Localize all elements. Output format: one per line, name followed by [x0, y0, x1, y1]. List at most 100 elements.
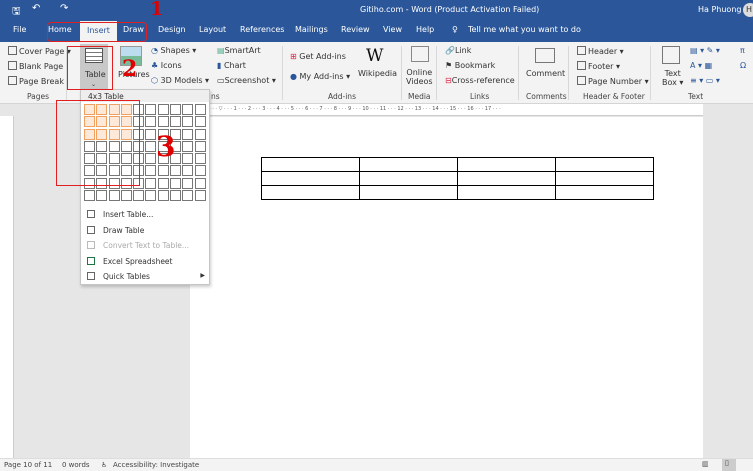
menu-insert-table[interactable]: Insert Table... [87, 210, 153, 219]
text-box-icon [662, 46, 680, 64]
grid-cell[interactable] [194, 153, 206, 165]
wikipedia-button[interactable]: Wikipedia [358, 69, 397, 78]
group-label-media: Media [408, 92, 431, 101]
tab-file[interactable]: File [13, 25, 26, 34]
undo-icon[interactable]: ↶ [32, 3, 40, 14]
grid-cell[interactable] [194, 165, 206, 177]
grid-cell[interactable] [194, 177, 206, 189]
annotation-number-1: 1 [150, 0, 164, 20]
grid-cell[interactable] [145, 190, 157, 202]
grid-cell[interactable] [157, 190, 169, 202]
grid-cell[interactable] [194, 140, 206, 152]
redo-icon[interactable]: ↷ [60, 3, 68, 14]
grid-cell[interactable] [170, 190, 182, 202]
grid-cell[interactable] [170, 116, 182, 128]
grid-cell[interactable] [194, 190, 206, 202]
tab-view[interactable]: View [383, 25, 402, 34]
page-break-button[interactable]: Page Break [8, 76, 64, 86]
grid-cell[interactable] [145, 177, 157, 189]
grid-cell[interactable] [182, 153, 194, 165]
grid-cell[interactable] [133, 190, 145, 202]
group-label-addins: Add-ins [328, 92, 356, 101]
accessibility-status[interactable]: Accessibility: Investigate [113, 461, 199, 469]
menu-quick-tables[interactable]: Quick Tables ▶ [87, 272, 205, 281]
menu-draw-table[interactable]: Draw Table [87, 226, 144, 235]
tell-me-search[interactable]: Tell me what you want to do [468, 25, 581, 34]
drop-cap-icon[interactable]: ≡ ▾ ▭ ▾ [690, 76, 720, 85]
grid-cell[interactable] [145, 153, 157, 165]
get-addins-button[interactable]: ⊞ Get Add-ins [290, 52, 346, 61]
read-mode-icon[interactable]: ▥ [702, 460, 709, 468]
wordart-icon[interactable]: A ▾ ▦ [690, 61, 712, 70]
grid-cell[interactable] [182, 116, 194, 128]
grid-cell[interactable] [157, 177, 169, 189]
avatar[interactable]: H [743, 3, 753, 17]
grid-cell[interactable] [96, 190, 108, 202]
user-name[interactable]: Ha Phuong [698, 5, 741, 14]
grid-cell[interactable] [182, 128, 194, 140]
tab-review[interactable]: Review [341, 25, 370, 34]
chart-button[interactable]: ▮ Chart [217, 61, 246, 70]
print-layout-icon[interactable]: ▯ [722, 459, 736, 471]
grid-cell[interactable] [145, 165, 157, 177]
tab-help[interactable]: Help [416, 25, 434, 34]
menu-excel-spreadsheet[interactable]: Excel Spreadsheet [87, 257, 173, 266]
grid-cell[interactable] [120, 190, 132, 202]
bookmark-button[interactable]: ⚑ Bookmark [445, 61, 495, 70]
grid-cell[interactable] [182, 190, 194, 202]
grid-cell[interactable] [145, 104, 157, 115]
3d-models-button[interactable]: ⬡ 3D Models ▾ [151, 76, 209, 85]
grid-cell[interactable] [182, 104, 194, 115]
equation-icon[interactable]: π [740, 46, 745, 55]
page-count[interactable]: Page 10 of 11 [4, 461, 52, 469]
cross-reference-button[interactable]: ⊟Cross-reference [445, 76, 515, 85]
grid-cell[interactable] [157, 116, 169, 128]
word-count[interactable]: 0 words [62, 461, 90, 469]
smartart-icon: ▤ [217, 46, 225, 55]
grid-cell[interactable] [182, 165, 194, 177]
symbol-icon[interactable]: Ω [740, 61, 746, 70]
grid-cell[interactable] [194, 128, 206, 140]
grid-cell[interactable] [170, 177, 182, 189]
page-number-button[interactable]: Page Number ▾ [577, 76, 649, 86]
tab-layout[interactable]: Layout [199, 25, 226, 34]
save-icon[interactable]: 🖫 [12, 4, 21, 21]
text-box-button[interactable]: Text Box ▾ [662, 69, 683, 87]
grid-cell[interactable] [145, 140, 157, 152]
header-button[interactable]: Header ▾ [577, 46, 624, 56]
tab-design[interactable]: Design [158, 25, 186, 34]
icons-button[interactable]: ♣ Icons [151, 61, 182, 70]
divider [568, 46, 569, 100]
document-table[interactable] [261, 157, 654, 200]
grid-cell[interactable] [108, 190, 120, 202]
grid-cell[interactable] [157, 104, 169, 115]
quick-parts-icon[interactable]: ▤ ▾ ✎ ▾ [690, 46, 720, 55]
divider [650, 46, 651, 100]
convert-icon [87, 241, 95, 249]
shapes-button[interactable]: ◔ Shapes ▾ [151, 46, 196, 55]
grid-cell[interactable] [145, 116, 157, 128]
my-addins-button[interactable]: ● My Add-ins ▾ [290, 72, 350, 81]
tab-references[interactable]: References [240, 25, 284, 34]
tab-mailings[interactable]: Mailings [295, 25, 328, 34]
grid-cell[interactable] [157, 165, 169, 177]
link-button[interactable]: 🔗Link [445, 46, 471, 55]
grid-cell[interactable] [84, 190, 95, 202]
grid-cell[interactable] [194, 116, 206, 128]
grid-cell[interactable] [182, 177, 194, 189]
grid-cell[interactable] [182, 140, 194, 152]
grid-cell[interactable] [194, 104, 206, 115]
smartart-button[interactable]: ▤SmartArt [217, 46, 261, 55]
online-videos-button[interactable]: Online Videos [406, 68, 433, 86]
grid-cell[interactable] [170, 165, 182, 177]
horizontal-ruler[interactable]: 2 · · · 1 · · · ▽ · · · 1 · · · 2 · · · … [190, 104, 703, 116]
accessibility-icon: ♿ [101, 461, 108, 469]
footer-button[interactable]: Footer ▾ [577, 61, 620, 71]
vertical-ruler[interactable] [0, 116, 14, 458]
grid-cell[interactable] [170, 104, 182, 115]
screenshot-button[interactable]: ▭Screenshot ▾ [217, 76, 276, 85]
comment-button[interactable]: Comment [526, 69, 565, 78]
grid-cell[interactable] [145, 128, 157, 140]
blank-page-button[interactable]: Blank Page [8, 61, 63, 71]
cover-page-button[interactable]: Cover Page ▾ [8, 46, 71, 56]
